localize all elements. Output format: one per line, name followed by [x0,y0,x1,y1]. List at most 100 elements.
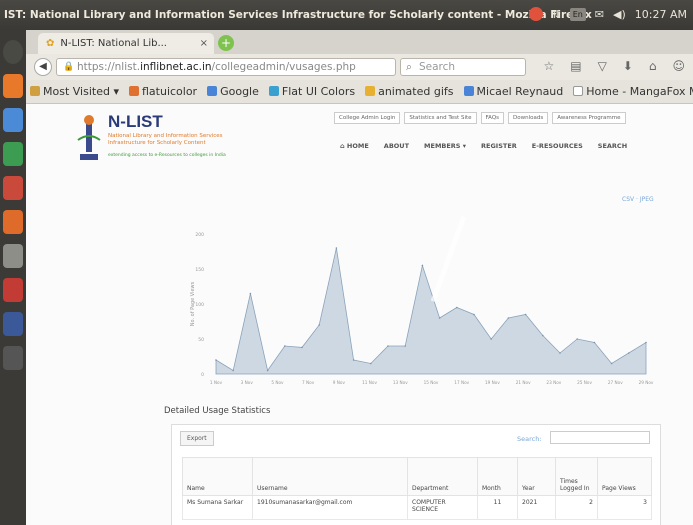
data-point[interactable] [490,338,493,340]
nav-register[interactable]: REGISTER [481,142,517,150]
col-times-logged-in[interactable]: Times Logged In [555,457,598,496]
data-point[interactable] [438,317,441,319]
y-tick-label: 150 [195,267,204,273]
data-point[interactable] [370,362,372,365]
browser-window: ✿ N-LIST: National Lib... × + ◀ 🔒 https:… [26,30,693,525]
data-point[interactable] [266,369,269,372]
network-icon[interactable]: ⇅ [552,8,561,21]
data-point[interactable] [318,324,320,326]
tab-nlist[interactable]: ✿ N-LIST: National Lib... × [38,33,214,54]
download-icon[interactable]: ⬇ [623,59,633,73]
data-point[interactable] [473,313,475,316]
top-link[interactable]: College Admin Login [334,112,401,124]
data-point[interactable] [507,317,510,319]
bookmark-item[interactable]: animated gifs [365,85,454,98]
search-input[interactable]: ⌕ Search [400,58,526,76]
col-page-views[interactable]: Page Views [597,457,652,496]
col-username[interactable]: Username [252,457,408,496]
chart-export-links[interactable]: CSV · JPEG [622,196,654,203]
data-point[interactable] [301,346,303,349]
data-point[interactable] [404,345,406,347]
site-tagline: extending access to e-Resources to colle… [108,153,226,158]
google-icon [463,86,474,96]
nav-members[interactable]: MEMBERS ▾ [424,142,466,150]
url-bar[interactable]: 🔒 https://nlist.inflibnet.ac.in/collegea… [56,58,396,76]
nav-about[interactable]: ABOUT [384,142,409,150]
x-tick-label: 13 Nov [393,380,408,385]
data-point[interactable] [576,338,578,340]
data-point[interactable] [524,313,527,316]
data-point[interactable] [645,341,647,344]
back-button[interactable]: ◀ [34,58,52,76]
data-point[interactable] [542,334,544,337]
data-point[interactable] [249,292,252,295]
bookmark-item[interactable]: Google [207,85,259,98]
window-title-bar: IST: National Library and Information Se… [0,0,693,30]
bookmark-item[interactable]: Flat UI Colors [268,85,355,98]
keyboard-layout-icon[interactable]: En [569,7,586,21]
files-icon[interactable] [3,108,23,132]
col-department[interactable]: Department [407,457,478,496]
x-tick-label: 29 Nov [639,380,654,385]
record-icon[interactable] [528,7,543,21]
dash-icon[interactable] [3,40,23,64]
bookmarks-toolbar: Most Visited ▾ flatuicolor Google Flat U… [26,80,693,104]
data-point[interactable] [628,352,630,354]
page-views-area-series[interactable] [215,247,647,375]
x-tick-label: 21 Nov [516,380,531,385]
col-month[interactable]: Month [477,457,518,496]
mail-icon[interactable]: ✉ [595,8,604,21]
pocket-icon[interactable]: ▽ [598,59,607,73]
data-point[interactable] [456,306,458,309]
tab-close-icon[interactable]: × [200,38,208,49]
bookmark-star-icon[interactable]: ☆ [543,59,554,73]
page-icon [573,86,584,96]
clock[interactable]: 10:27 AM [635,8,687,21]
nlist-logo-icon[interactable] [76,114,102,164]
bookmark-item[interactable]: Micael Reynaud [463,85,563,98]
data-point[interactable] [421,264,424,267]
data-point[interactable] [352,359,355,361]
data-point[interactable] [387,345,389,347]
top-link[interactable]: Awareness Programme [552,112,626,124]
top-link[interactable]: Statistics and Test Site [404,112,477,124]
menu-icon[interactable]: ☺ [672,59,685,73]
data-point[interactable] [335,247,338,249]
col-name[interactable]: Name [182,457,253,496]
facebook-icon[interactable] [3,312,23,336]
table-search-input[interactable] [550,431,650,444]
col-year[interactable]: Year [517,457,556,496]
data-point[interactable] [610,362,613,365]
app-icon-red[interactable] [3,278,23,302]
data-point[interactable] [232,369,234,372]
launcher-sidebar [0,30,26,525]
x-tick-label: 3 Nov [241,380,254,385]
nav-home[interactable]: ⌂ HOME [340,142,369,150]
lock-icon: 🔒 [63,62,75,72]
y-tick-label: 0 [201,372,204,378]
nav-search[interactable]: SEARCH [598,142,627,150]
volume-icon[interactable]: ◀) [613,8,626,21]
site-logo-title[interactable]: N-LIST [108,112,163,132]
app-icon[interactable] [3,176,23,200]
settings-icon[interactable] [3,244,23,268]
data-point[interactable] [284,345,286,347]
export-button[interactable]: Export [180,431,214,446]
firefox-icon[interactable] [3,74,23,98]
usage-chart: 0 50 100 150 200 No. of Page Views 1 Nov 3 Nov 5… [176,224,656,394]
terminal-icon[interactable] [3,346,23,370]
bookmark-item[interactable]: Most Visited ▾ [30,85,119,98]
bookmark-item[interactable]: flatuicolor [128,85,197,98]
bookmark-item[interactable]: Home - MangaFox Mo... [573,85,693,98]
home-icon[interactable]: ⌂ [649,59,657,73]
top-link[interactable]: FAQs [480,112,505,124]
nav-eresources[interactable]: E-RESOURCES [532,142,583,150]
spreadsheet-icon[interactable] [3,142,23,166]
software-center-icon[interactable] [3,210,23,234]
new-tab-button[interactable]: + [218,35,234,51]
reading-list-icon[interactable]: ▤ [570,59,581,73]
data-point[interactable] [215,359,217,361]
data-point[interactable] [593,341,596,344]
top-link[interactable]: Downloads [508,112,549,124]
data-point[interactable] [559,352,561,354]
